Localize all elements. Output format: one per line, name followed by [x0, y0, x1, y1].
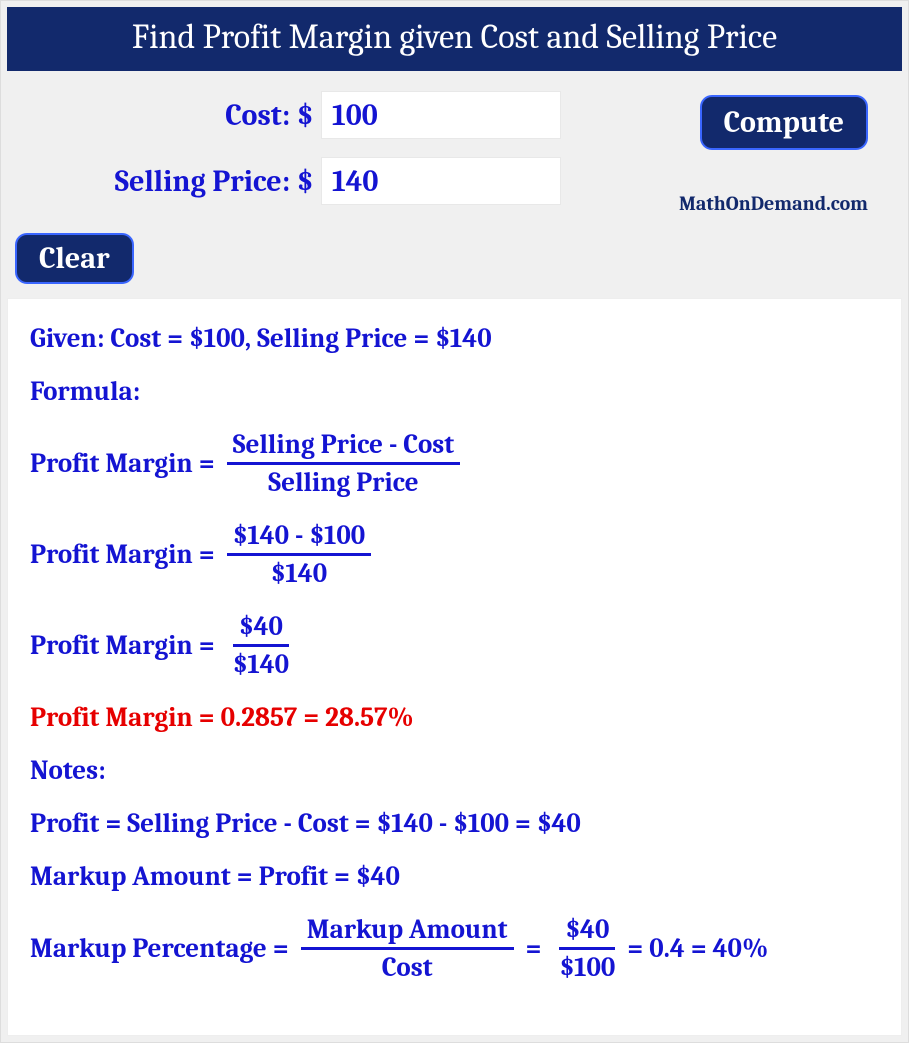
formula-line: Profit Margin = Selling Price - Cost Sel… — [30, 429, 879, 498]
step1-line: Profit Margin = $140 - $100 $140 — [30, 520, 879, 589]
step1-denominator: $140 — [265, 556, 333, 589]
step2-fraction: $40 $140 — [227, 611, 295, 680]
markup-pct-label: Markup Percentage — [30, 933, 267, 964]
markup-pct-tail: = 0.4 = 40% — [627, 933, 768, 964]
step2-line: Profit Margin = $40 $140 — [30, 611, 879, 680]
markup-pct-num1: Markup Amount — [301, 914, 514, 950]
answer-line: Profit Margin = 0.2857 = 28.57% — [30, 702, 879, 733]
compute-button[interactable]: Compute — [700, 95, 868, 150]
pm-label: Profit Margin — [30, 630, 193, 661]
markup-pct-fraction2: $40 $100 — [553, 914, 621, 983]
step1-fraction: $140 - $100 $140 — [227, 520, 371, 589]
markup-pct-den1: Cost — [376, 950, 439, 983]
given-line: Given: Cost = $100, Selling Price = $140 — [30, 323, 879, 354]
cost-input[interactable] — [321, 91, 561, 139]
markup-pct-num2: $40 — [559, 914, 615, 950]
markup-pct-den2: $100 — [553, 950, 621, 983]
equals-sign: = — [199, 539, 215, 570]
page-title: Find Profit Margin given Cost and Sellin… — [7, 7, 902, 71]
equals-sign: = — [199, 630, 215, 661]
step2-numerator: $40 — [233, 611, 289, 647]
formula-numerator: Selling Price - Cost — [227, 429, 460, 465]
calculator-page: Find Profit Margin given Cost and Sellin… — [0, 0, 909, 1043]
markup-amount-line: Markup Amount = Profit = $40 — [30, 861, 879, 892]
pm-label: Profit Margin — [30, 448, 193, 479]
formula-denominator: Selling Price — [262, 465, 424, 498]
pm-label: Profit Margin — [30, 539, 193, 570]
profit-line: Profit = Selling Price - Cost = $140 - $… — [30, 808, 879, 839]
equals-sign: = — [199, 448, 215, 479]
brand-link[interactable]: MathOnDemand.com — [679, 192, 868, 215]
clear-button[interactable]: Clear — [15, 233, 134, 284]
notes-heading: Notes: — [30, 755, 879, 786]
equals-sign: = — [526, 933, 542, 964]
equals-sign: = — [273, 933, 289, 964]
markup-percentage-line: Markup Percentage = Markup Amount Cost =… — [30, 914, 879, 983]
cost-label: Cost: $ — [21, 98, 321, 133]
selling-price-input[interactable] — [321, 157, 561, 205]
formula-heading: Formula: — [30, 376, 879, 407]
step2-denominator: $140 — [227, 647, 295, 680]
markup-pct-fraction1: Markup Amount Cost — [301, 914, 514, 983]
selling-price-label: Selling Price: $ — [21, 164, 321, 199]
results-panel: Given: Cost = $100, Selling Price = $140… — [7, 298, 902, 1036]
inputs-area: Cost: $ Selling Price: $ Compute MathOnD… — [1, 71, 908, 233]
formula-fraction: Selling Price - Cost Selling Price — [227, 429, 460, 498]
step1-numerator: $140 - $100 — [227, 520, 371, 556]
